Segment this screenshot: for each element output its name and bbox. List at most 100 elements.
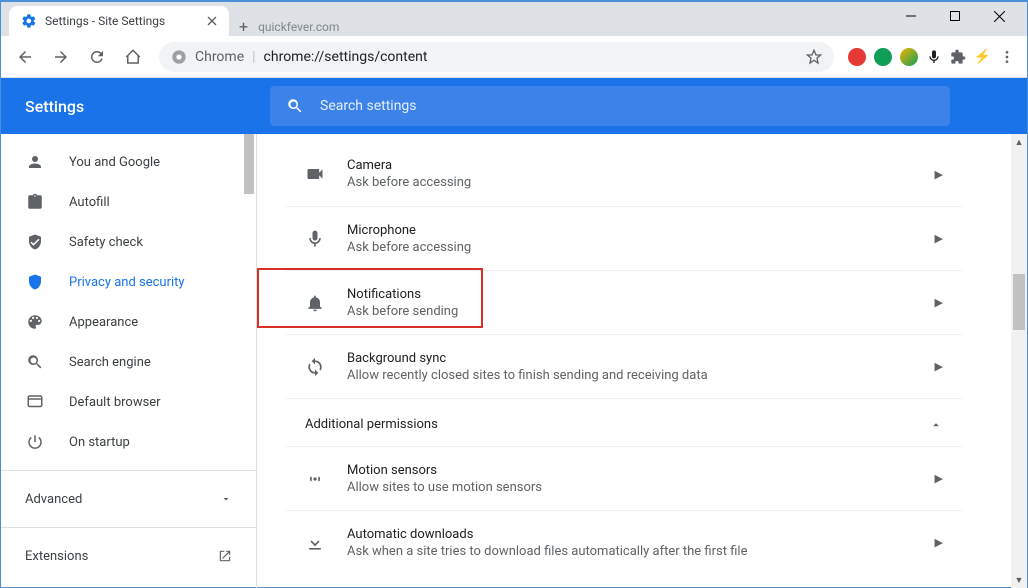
home-button[interactable] bbox=[117, 41, 149, 73]
sidebar-item-safety-check[interactable]: Safety check bbox=[1, 222, 256, 262]
sidebar-item-label: Search engine bbox=[69, 355, 151, 370]
sidebar-item-label: On startup bbox=[69, 435, 130, 450]
star-icon[interactable] bbox=[806, 49, 822, 65]
sidebar-divider bbox=[1, 470, 256, 471]
sidebar-item-on-startup[interactable]: On startup bbox=[1, 422, 256, 462]
section-additional-permissions[interactable]: Additional permissions bbox=[285, 398, 963, 446]
row-notifications[interactable]: Notifications Ask before sending ▶ bbox=[285, 270, 963, 334]
row-subtitle: Ask when a site tries to download files … bbox=[347, 544, 913, 559]
sidebar-item-label: Default browser bbox=[69, 395, 161, 410]
camera-icon bbox=[305, 164, 325, 184]
puzzle-icon[interactable] bbox=[950, 49, 966, 65]
shield-icon bbox=[25, 273, 45, 291]
row-subtitle: Ask before sending bbox=[347, 304, 913, 319]
sidebar-item-you-and-google[interactable]: You and Google bbox=[1, 142, 256, 182]
settings-search-input[interactable] bbox=[320, 98, 934, 114]
extension-icons: ⚡ bbox=[844, 48, 1019, 66]
back-button[interactable] bbox=[9, 41, 41, 73]
mic-icon[interactable] bbox=[926, 49, 942, 65]
sidebar-item-appearance[interactable]: Appearance bbox=[1, 302, 256, 342]
close-window-button[interactable] bbox=[977, 5, 1021, 27]
page-scrollbar[interactable]: ▲ ▼ bbox=[1011, 134, 1027, 588]
chevron-right-icon: ▶ bbox=[935, 168, 943, 181]
extensions-label: Extensions bbox=[25, 549, 88, 564]
sidebar-item-default-browser[interactable]: Default browser bbox=[1, 382, 256, 422]
row-automatic-downloads[interactable]: Automatic downloads Ask when a site trie… bbox=[285, 510, 963, 574]
sidebar-about[interactable]: About Chrome bbox=[1, 576, 256, 588]
minimize-button[interactable] bbox=[889, 5, 933, 27]
menu-icon[interactable] bbox=[999, 49, 1015, 65]
shield-check-icon bbox=[25, 233, 45, 251]
tab-title: Settings - Site Settings bbox=[45, 14, 165, 28]
sidebar-item-label: You and Google bbox=[69, 155, 160, 170]
row-camera[interactable]: Camera Ask before accessing ▶ bbox=[285, 142, 963, 206]
browser-toolbar: Chrome | chrome://settings/content ⚡ bbox=[1, 36, 1027, 78]
external-link-icon bbox=[218, 549, 232, 563]
settings-title: Settings bbox=[1, 97, 257, 116]
forward-button[interactable] bbox=[45, 41, 77, 73]
row-motion-sensors[interactable]: Motion sensors Allow sites to use motion… bbox=[285, 446, 963, 510]
gear-icon bbox=[21, 13, 37, 29]
search-icon bbox=[286, 97, 304, 115]
content-area: You and Google Autofill Safety check Pri… bbox=[1, 134, 1027, 588]
row-subtitle: Allow sites to use motion sensors bbox=[347, 480, 913, 495]
row-subtitle: Allow recently closed sites to finish se… bbox=[347, 368, 913, 383]
newtab-area: + quickfever.com bbox=[229, 17, 349, 36]
window-controls bbox=[889, 2, 1027, 36]
row-title: Notifications bbox=[347, 287, 913, 302]
sidebar-item-autofill[interactable]: Autofill bbox=[1, 182, 256, 222]
chevron-right-icon: ▶ bbox=[935, 232, 943, 245]
chevron-right-icon: ▶ bbox=[935, 536, 943, 549]
maximize-button[interactable] bbox=[933, 5, 977, 27]
ext-icon-2[interactable] bbox=[874, 48, 892, 66]
sidebar-item-search-engine[interactable]: Search engine bbox=[1, 342, 256, 382]
chevron-right-icon: ▶ bbox=[935, 472, 943, 485]
address-bar[interactable]: Chrome | chrome://settings/content bbox=[159, 42, 834, 72]
power-icon bbox=[25, 433, 45, 451]
settings-search[interactable] bbox=[270, 86, 950, 126]
sidebar-extensions[interactable]: Extensions bbox=[1, 536, 256, 576]
chevron-up-icon bbox=[929, 418, 943, 432]
palette-icon bbox=[25, 313, 45, 331]
chevron-down-icon bbox=[220, 493, 232, 505]
scroll-down-arrow[interactable]: ▼ bbox=[1011, 572, 1027, 588]
newtab-hint: quickfever.com bbox=[258, 20, 339, 34]
titlebar: Settings - Site Settings + quickfever.co… bbox=[1, 2, 1027, 36]
ext-icon-3[interactable] bbox=[900, 48, 918, 66]
sidebar-advanced[interactable]: Advanced bbox=[1, 479, 256, 519]
main-panel: Camera Ask before accessing ▶ Microphone… bbox=[257, 134, 1027, 588]
row-subtitle: Ask before accessing bbox=[347, 175, 913, 190]
settings-header: Settings bbox=[1, 78, 1027, 134]
sidebar-item-label: Appearance bbox=[69, 315, 138, 330]
browser-icon bbox=[25, 393, 45, 411]
sidebar: You and Google Autofill Safety check Pri… bbox=[1, 134, 257, 588]
sidebar-item-label: Autofill bbox=[69, 195, 110, 210]
sensor-icon bbox=[305, 469, 325, 489]
browser-tab[interactable]: Settings - Site Settings bbox=[9, 6, 229, 36]
row-title: Automatic downloads bbox=[347, 527, 913, 542]
omnibox-separator: | bbox=[252, 49, 255, 65]
row-title: Motion sensors bbox=[347, 463, 913, 478]
chevron-right-icon: ▶ bbox=[935, 360, 943, 373]
ext-icon-1[interactable] bbox=[848, 48, 866, 66]
scroll-up-arrow[interactable]: ▲ bbox=[1011, 134, 1027, 150]
new-tab-button[interactable]: + bbox=[239, 17, 248, 36]
sidebar-scrollbar[interactable] bbox=[244, 134, 254, 194]
ext-icon-4[interactable]: ⚡ bbox=[974, 49, 991, 65]
bell-icon bbox=[305, 293, 325, 313]
scroll-thumb[interactable] bbox=[1013, 274, 1025, 330]
advanced-label: Advanced bbox=[25, 492, 82, 507]
row-title: Background sync bbox=[347, 351, 913, 366]
person-icon bbox=[25, 153, 45, 171]
microphone-icon bbox=[305, 229, 325, 249]
close-tab-icon[interactable] bbox=[207, 16, 217, 26]
row-microphone[interactable]: Microphone Ask before accessing ▶ bbox=[285, 206, 963, 270]
row-title: Microphone bbox=[347, 223, 913, 238]
reload-button[interactable] bbox=[81, 41, 113, 73]
download-icon bbox=[305, 533, 325, 553]
sidebar-item-privacy[interactable]: Privacy and security bbox=[1, 262, 256, 302]
sidebar-divider bbox=[1, 527, 256, 528]
chevron-right-icon: ▶ bbox=[935, 296, 943, 309]
row-background-sync[interactable]: Background sync Allow recently closed si… bbox=[285, 334, 963, 398]
row-title: Camera bbox=[347, 158, 913, 173]
